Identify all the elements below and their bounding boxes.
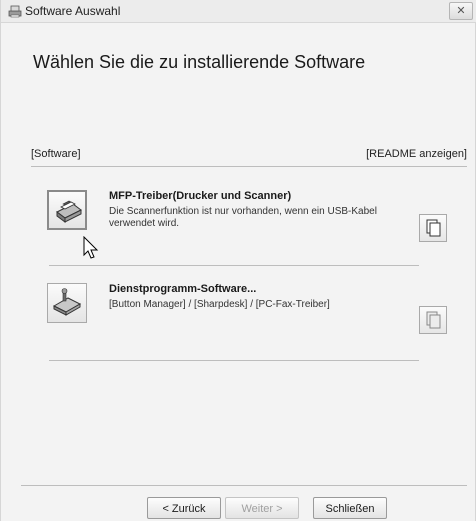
back-button[interactable]: < Zurück [147,497,221,519]
page-title: Wählen Sie die zu installierende Softwar… [33,52,366,72]
mfp-driver-button[interactable] [47,190,87,230]
mfp-driver-description: Die Scannerfunktion ist nur vorhanden, w… [109,206,377,229]
software-selection-dialog: Software Auswahl ✕ Wählen Sie die zu ins… [0,0,476,521]
utility-software-description: [Button Manager] / [Sharpdesk] / [PC-Fax… [109,299,330,310]
footer-divider [21,485,467,486]
utility-software-title: Dienstprogramm-Software... [109,283,257,295]
section-divider [31,166,467,167]
close-button[interactable]: Schließen [313,497,387,519]
item-divider [49,265,419,266]
title-bar: Software Auswahl ✕ [1,0,476,23]
mouse-cursor-icon [83,236,99,259]
readme-document-icon [426,219,441,237]
utility-software-button[interactable] [47,283,87,323]
readme-document-icon [426,311,441,329]
next-button[interactable]: Weiter > [225,497,299,519]
utility-software-readme-button[interactable] [419,306,447,334]
mfp-driver-title: MFP-Treiber(Drucker und Scanner) [109,190,292,202]
item-divider [49,360,419,361]
app-icon [8,5,22,18]
section-label-readme: [README anzeigen] [366,148,467,160]
utility-software-icon [52,288,82,316]
close-icon[interactable]: ✕ [449,2,473,20]
mfp-driver-readme-button[interactable] [419,214,447,242]
section-label-software: [Software] [31,148,81,160]
printer-scanner-icon [56,200,82,223]
window-title: Software Auswahl [25,4,121,18]
